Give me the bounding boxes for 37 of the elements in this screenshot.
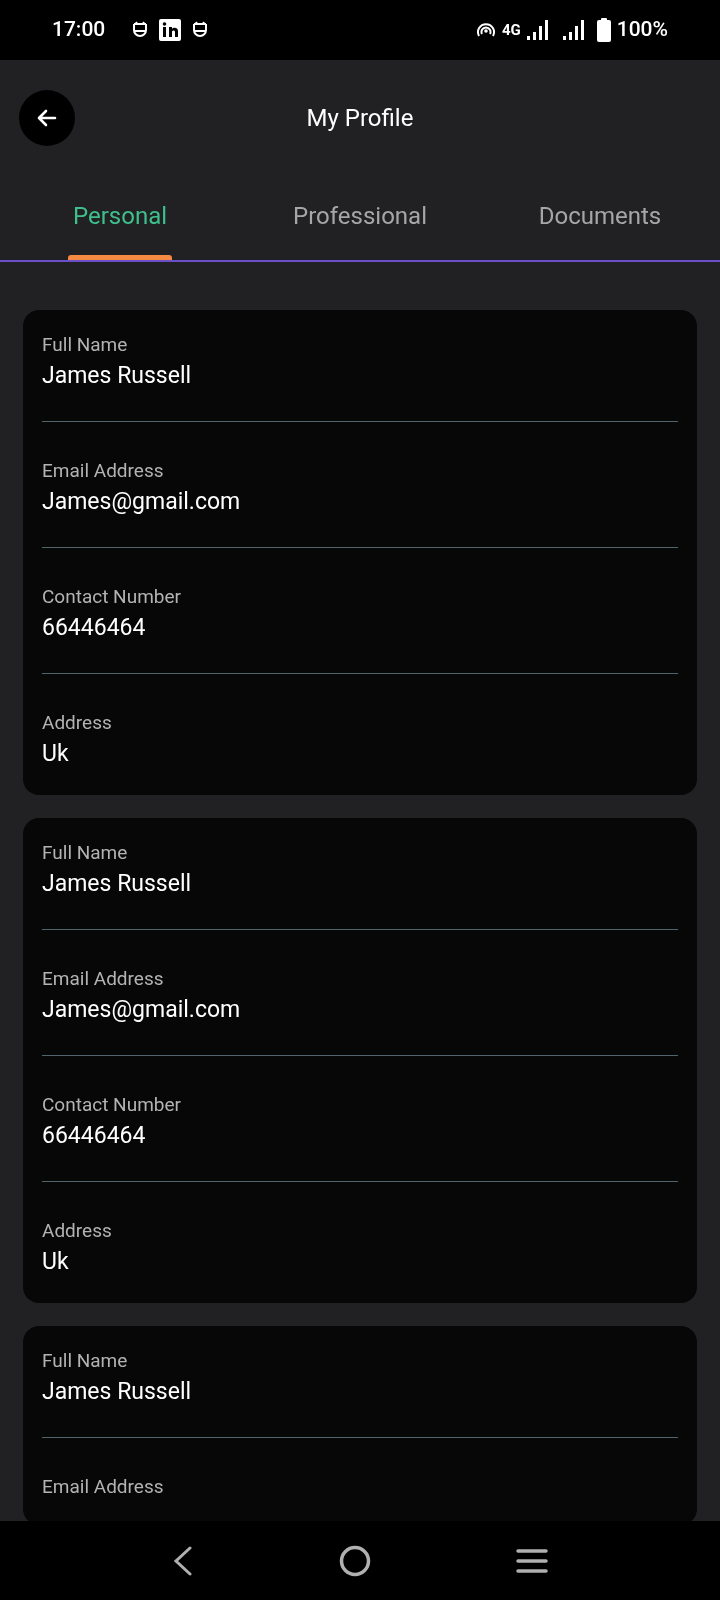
field-value: 66446464 bbox=[42, 613, 146, 643]
field-value: 66446464 bbox=[42, 1121, 146, 1151]
field-value: James Russell bbox=[42, 361, 192, 391]
field-label: Contact Number bbox=[42, 585, 181, 609]
signal-icon bbox=[526, 20, 549, 40]
field-value: Uk bbox=[42, 739, 69, 769]
battery-icon bbox=[596, 18, 611, 42]
signal-icon bbox=[562, 20, 585, 40]
linkedin-icon bbox=[159, 19, 182, 41]
tab[interactable]: Personal bbox=[0, 176, 240, 260]
tab[interactable]: Documents bbox=[480, 176, 720, 260]
hotspot-icon bbox=[475, 21, 496, 39]
home-nav-icon[interactable] bbox=[339, 1544, 371, 1577]
field-label: Full Name bbox=[42, 841, 128, 865]
app-notification-icon bbox=[131, 20, 150, 40]
field-label: Full Name bbox=[42, 1349, 128, 1373]
field-label: Email Address bbox=[42, 459, 164, 483]
back-button[interactable] bbox=[19, 90, 75, 146]
tab[interactable]: Professional bbox=[240, 176, 480, 260]
field-value: James@gmail.com bbox=[42, 995, 241, 1025]
back-arrow-icon bbox=[36, 107, 58, 129]
field-label: Email Address bbox=[42, 1475, 164, 1499]
field-label: Contact Number bbox=[42, 1093, 181, 1117]
field-value: James Russell bbox=[42, 869, 192, 899]
page-title: My Profile bbox=[306, 103, 414, 134]
menu-icon[interactable] bbox=[515, 1548, 548, 1573]
field-value: James Russell bbox=[42, 1377, 192, 1407]
network-type: 4G bbox=[501, 19, 521, 41]
field-label: Address bbox=[42, 1219, 112, 1243]
field-label: Address bbox=[42, 711, 112, 735]
app-notification-icon bbox=[191, 20, 210, 40]
status-time: 17:00 bbox=[52, 16, 106, 44]
field-value: Uk bbox=[42, 1247, 69, 1277]
field-value: James@gmail.com bbox=[42, 487, 241, 517]
field-label: Email Address bbox=[42, 967, 164, 991]
battery-level: 100% bbox=[616, 16, 668, 44]
field-label: Full Name bbox=[42, 333, 128, 357]
